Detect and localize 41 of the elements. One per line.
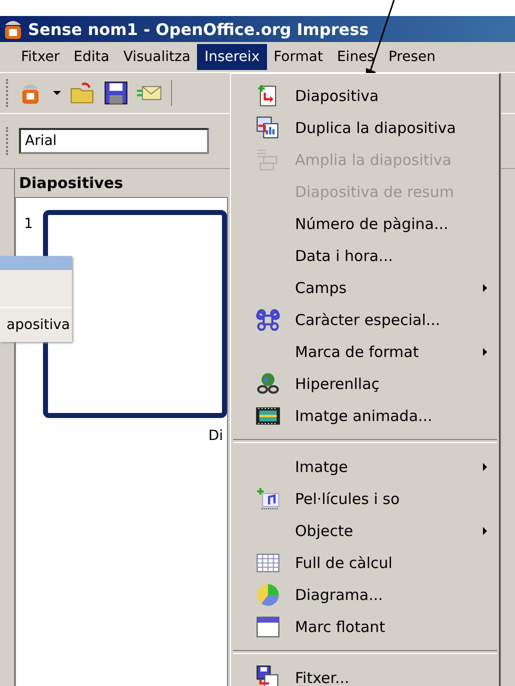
menu-item[interactable]: Imatge animada...: [231, 400, 499, 432]
menu-item[interactable]: Diagrama...: [231, 579, 499, 611]
panel-title: Diapositives: [19, 174, 124, 192]
app-logo-icon: [2, 18, 24, 40]
menu-item[interactable]: Caràcter especial...: [231, 304, 499, 336]
font-name-field[interactable]: Arial: [19, 128, 209, 154]
submenu-arrow-icon: [483, 348, 487, 356]
save-icon[interactable]: [103, 80, 129, 106]
menu-bar-item[interactable]: Fitxer: [14, 44, 67, 70]
menu-bar-item[interactable]: Edita: [66, 44, 116, 70]
menu-item[interactable]: Fitxer...: [231, 662, 499, 686]
submenu-arrow-icon: [483, 527, 487, 535]
menu-item[interactable]: Hiperenllaç: [231, 368, 499, 400]
menu-item[interactable]: Número de pàgina...: [231, 208, 499, 240]
menu-bar-item[interactable]: Format: [266, 44, 330, 70]
menu-item[interactable]: Data i hora...: [231, 240, 499, 272]
folder-icon[interactable]: [69, 80, 95, 106]
menu-item[interactable]: apositiva: [6, 317, 70, 333]
menu-item[interactable]: Camps: [231, 272, 499, 304]
menu-item[interactable]: Objecte: [231, 515, 499, 547]
menu-item[interactable]: Marc flotant: [231, 611, 499, 643]
window-title: Sense nom1 - OpenOffice.org Impress: [28, 20, 369, 38]
duplicate-slide-icon: [255, 115, 281, 141]
menu-item[interactable]: Full de càlcul: [231, 547, 499, 579]
pie-chart-icon: [255, 582, 281, 608]
menu-bar-item[interactable]: Eines: [330, 44, 382, 70]
popup-title-bar: [0, 256, 72, 270]
menu-item[interactable]: Pel·lícules i so: [231, 483, 499, 515]
music-film-icon: [255, 486, 281, 512]
slide-caption: Di: [208, 428, 223, 444]
menu-bar-item[interactable]: Insereix: [197, 44, 267, 70]
command-key-icon: [255, 307, 281, 333]
frame-icon: [255, 614, 281, 640]
menu-item[interactable]: Duplica la diapositiva: [231, 112, 499, 144]
menu-item[interactable]: Imatge: [231, 451, 499, 483]
menu-bar-item[interactable]: Visualitza: [116, 44, 198, 70]
submenu-arrow-icon: [483, 284, 487, 292]
menu-bar-item[interactable]: Presen: [381, 44, 443, 70]
submenu-arrow-icon: [483, 463, 487, 471]
menu-item[interactable]: Marca de format: [231, 336, 499, 368]
caret-icon[interactable]: [53, 89, 61, 97]
